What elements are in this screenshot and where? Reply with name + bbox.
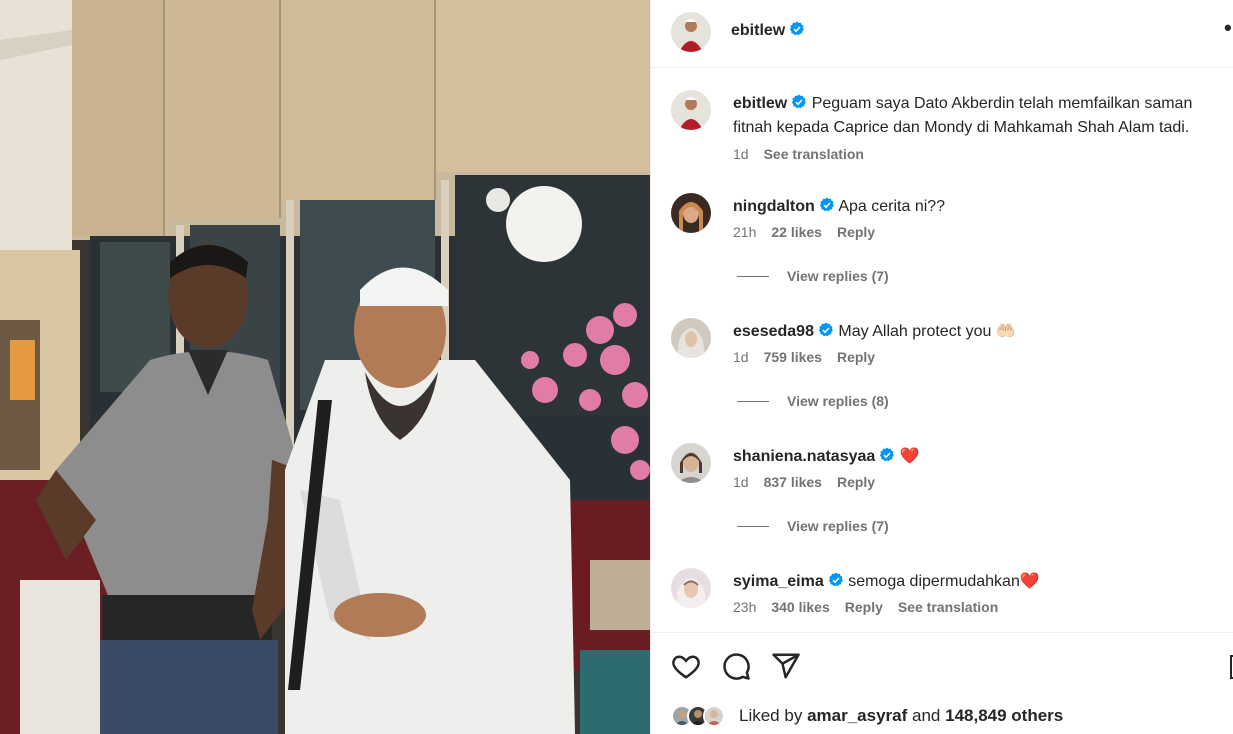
author-avatar[interactable] <box>671 12 711 52</box>
comment-bubble-icon[interactable] <box>721 651 751 681</box>
comment-likes[interactable]: 22 likes <box>771 224 822 240</box>
caption-username[interactable]: ebitlew <box>733 95 787 112</box>
likes-summary: Liked by amar_asyraf and 148,849 others <box>739 706 1063 726</box>
paper-plane-icon[interactable] <box>771 651 801 681</box>
comment-text: May Allah protect you 🤲🏻 <box>838 323 1016 340</box>
view-replies-button[interactable]: View replies (7) <box>737 518 889 534</box>
more-options-icon[interactable]: • <box>1224 17 1233 39</box>
comment-username[interactable]: shaniena.natasyaa <box>733 448 875 465</box>
author-username[interactable]: ebitlew <box>731 21 805 40</box>
replies-divider <box>737 526 769 527</box>
commenter-avatar[interactable] <box>671 193 711 233</box>
caption-avatar[interactable] <box>671 90 711 130</box>
commenter-avatar[interactable] <box>671 568 711 608</box>
comment-username[interactable]: syima_eima <box>733 573 824 590</box>
replies-divider <box>737 276 769 277</box>
post-details-panel: ebitlew • ebitlew Peguam saya Dato Akber… <box>650 0 1233 734</box>
verified-badge-icon <box>880 447 895 462</box>
likes-prefix: Liked by <box>739 706 803 725</box>
comment-likes[interactable]: 759 likes <box>764 349 822 365</box>
reply-button[interactable]: Reply <box>837 224 875 240</box>
comment-username[interactable]: ningdalton <box>733 198 815 215</box>
comment-meta: 23h 340 likes Reply See translation <box>733 599 1013 615</box>
comment-likes[interactable]: 340 likes <box>771 599 829 615</box>
comment-text: semoga dipermudahkan❤️ <box>848 573 1040 590</box>
post-actions: Liked by amar_asyraf and 148,849 others <box>651 632 1233 734</box>
comment-time[interactable]: 21h <box>733 224 756 240</box>
likes-conjunction: and <box>912 706 941 725</box>
view-replies-button[interactable]: View replies (8) <box>737 393 889 409</box>
comment-meta: 1d 837 likes Reply <box>733 474 890 490</box>
reply-button[interactable]: Reply <box>837 349 875 365</box>
commenter-avatar[interactable] <box>671 443 711 483</box>
reply-button[interactable]: Reply <box>845 599 883 615</box>
comment-time[interactable]: 23h <box>733 599 756 615</box>
comment-meta: 21h 22 likes Reply <box>733 224 890 240</box>
comment-likes[interactable]: 837 likes <box>764 474 822 490</box>
verified-badge-icon <box>828 572 843 587</box>
see-translation-button[interactable]: See translation <box>764 146 864 162</box>
comment-text: ❤️ <box>899 448 920 465</box>
commenter-avatar[interactable] <box>671 318 711 358</box>
caption-meta: 1d See translation <box>733 146 879 162</box>
comments-list[interactable]: ebitlew Peguam saya Dato Akberdin telah … <box>651 69 1233 631</box>
comment-username[interactable]: eseseda98 <box>733 323 814 340</box>
comment-meta: 1d 759 likes Reply <box>733 349 890 365</box>
comment-time[interactable]: 1d <box>733 474 749 490</box>
heart-icon[interactable] <box>671 651 701 681</box>
verified-badge-icon <box>790 21 805 36</box>
post-photo <box>0 0 650 734</box>
comment-time[interactable]: 1d <box>733 349 749 365</box>
see-translation-button[interactable]: See translation <box>898 599 998 615</box>
liked-by: Liked by amar_asyraf and 148,849 others <box>671 703 1231 729</box>
post-image <box>0 0 650 734</box>
replies-divider <box>737 401 769 402</box>
liker-avatar[interactable] <box>703 705 725 727</box>
reply-button[interactable]: Reply <box>837 474 875 490</box>
verified-badge-icon <box>818 322 833 337</box>
verified-badge-icon <box>819 197 834 212</box>
post-header: ebitlew • <box>651 0 1233 68</box>
view-replies-button[interactable]: View replies (7) <box>737 268 889 284</box>
comment-text: Apa cerita ni?? <box>838 198 946 215</box>
likes-count[interactable]: 148,849 others <box>945 706 1063 725</box>
verified-badge-icon <box>792 94 807 109</box>
liker-username[interactable]: amar_asyraf <box>807 706 907 725</box>
caption-time[interactable]: 1d <box>733 146 749 162</box>
